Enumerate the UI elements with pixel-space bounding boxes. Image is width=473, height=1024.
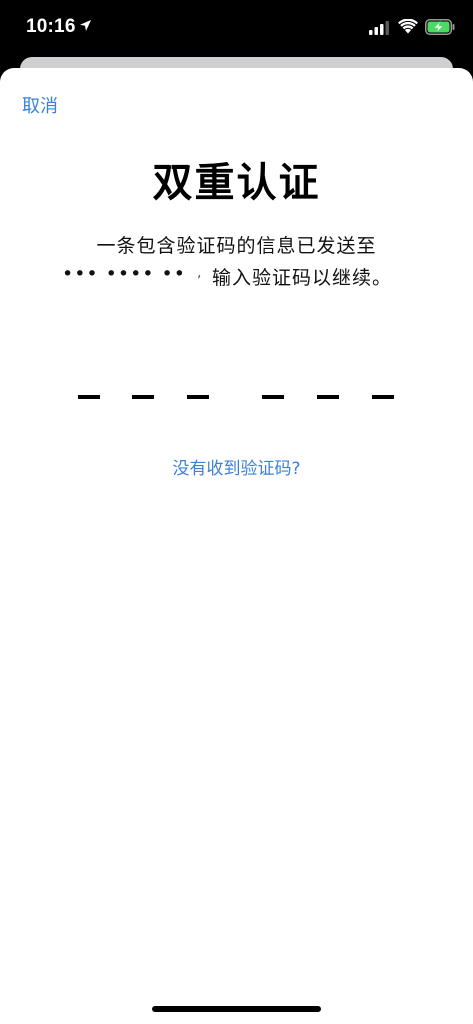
- message-suffix: 输入验证码以继续。: [212, 267, 393, 289]
- status-bar: 10:16: [0, 0, 473, 58]
- cancel-button[interactable]: 取消: [22, 92, 58, 118]
- code-digit-6[interactable]: [372, 395, 394, 399]
- message-line-1: 一条包含验证码的信息已发送至: [96, 235, 377, 257]
- code-digit-1[interactable]: [78, 395, 100, 399]
- cellular-signal-icon: [369, 21, 389, 35]
- code-digit-4[interactable]: [262, 395, 284, 399]
- resend-code-link[interactable]: 没有收到验证码?: [0, 454, 473, 479]
- status-time: 10:16: [26, 16, 76, 37]
- screen: 10:16 取消 双重认证 一条包含验证码的信息已发送至 ••• •••• ••…: [0, 0, 473, 1024]
- code-digit-3[interactable]: [187, 395, 209, 399]
- code-digit-5[interactable]: [317, 395, 339, 399]
- wifi-icon: [398, 19, 418, 34]
- page-title: 双重认证: [152, 160, 321, 206]
- verification-sheet: 取消 双重认证 一条包含验证码的信息已发送至 ••• •••• •• , 输入验…: [0, 68, 473, 1024]
- masked-phone-number: ••• •••• ••: [62, 263, 186, 285]
- battery-charging-icon: [425, 19, 455, 35]
- phone-tail-mark: ,: [197, 265, 202, 281]
- message-line-2: ••• •••• •• , 输入验证码以继续。: [62, 263, 422, 289]
- location-arrow-icon: [80, 20, 91, 31]
- code-digit-2[interactable]: [132, 395, 154, 399]
- home-indicator[interactable]: [152, 1006, 321, 1012]
- code-input-row[interactable]: [78, 395, 396, 401]
